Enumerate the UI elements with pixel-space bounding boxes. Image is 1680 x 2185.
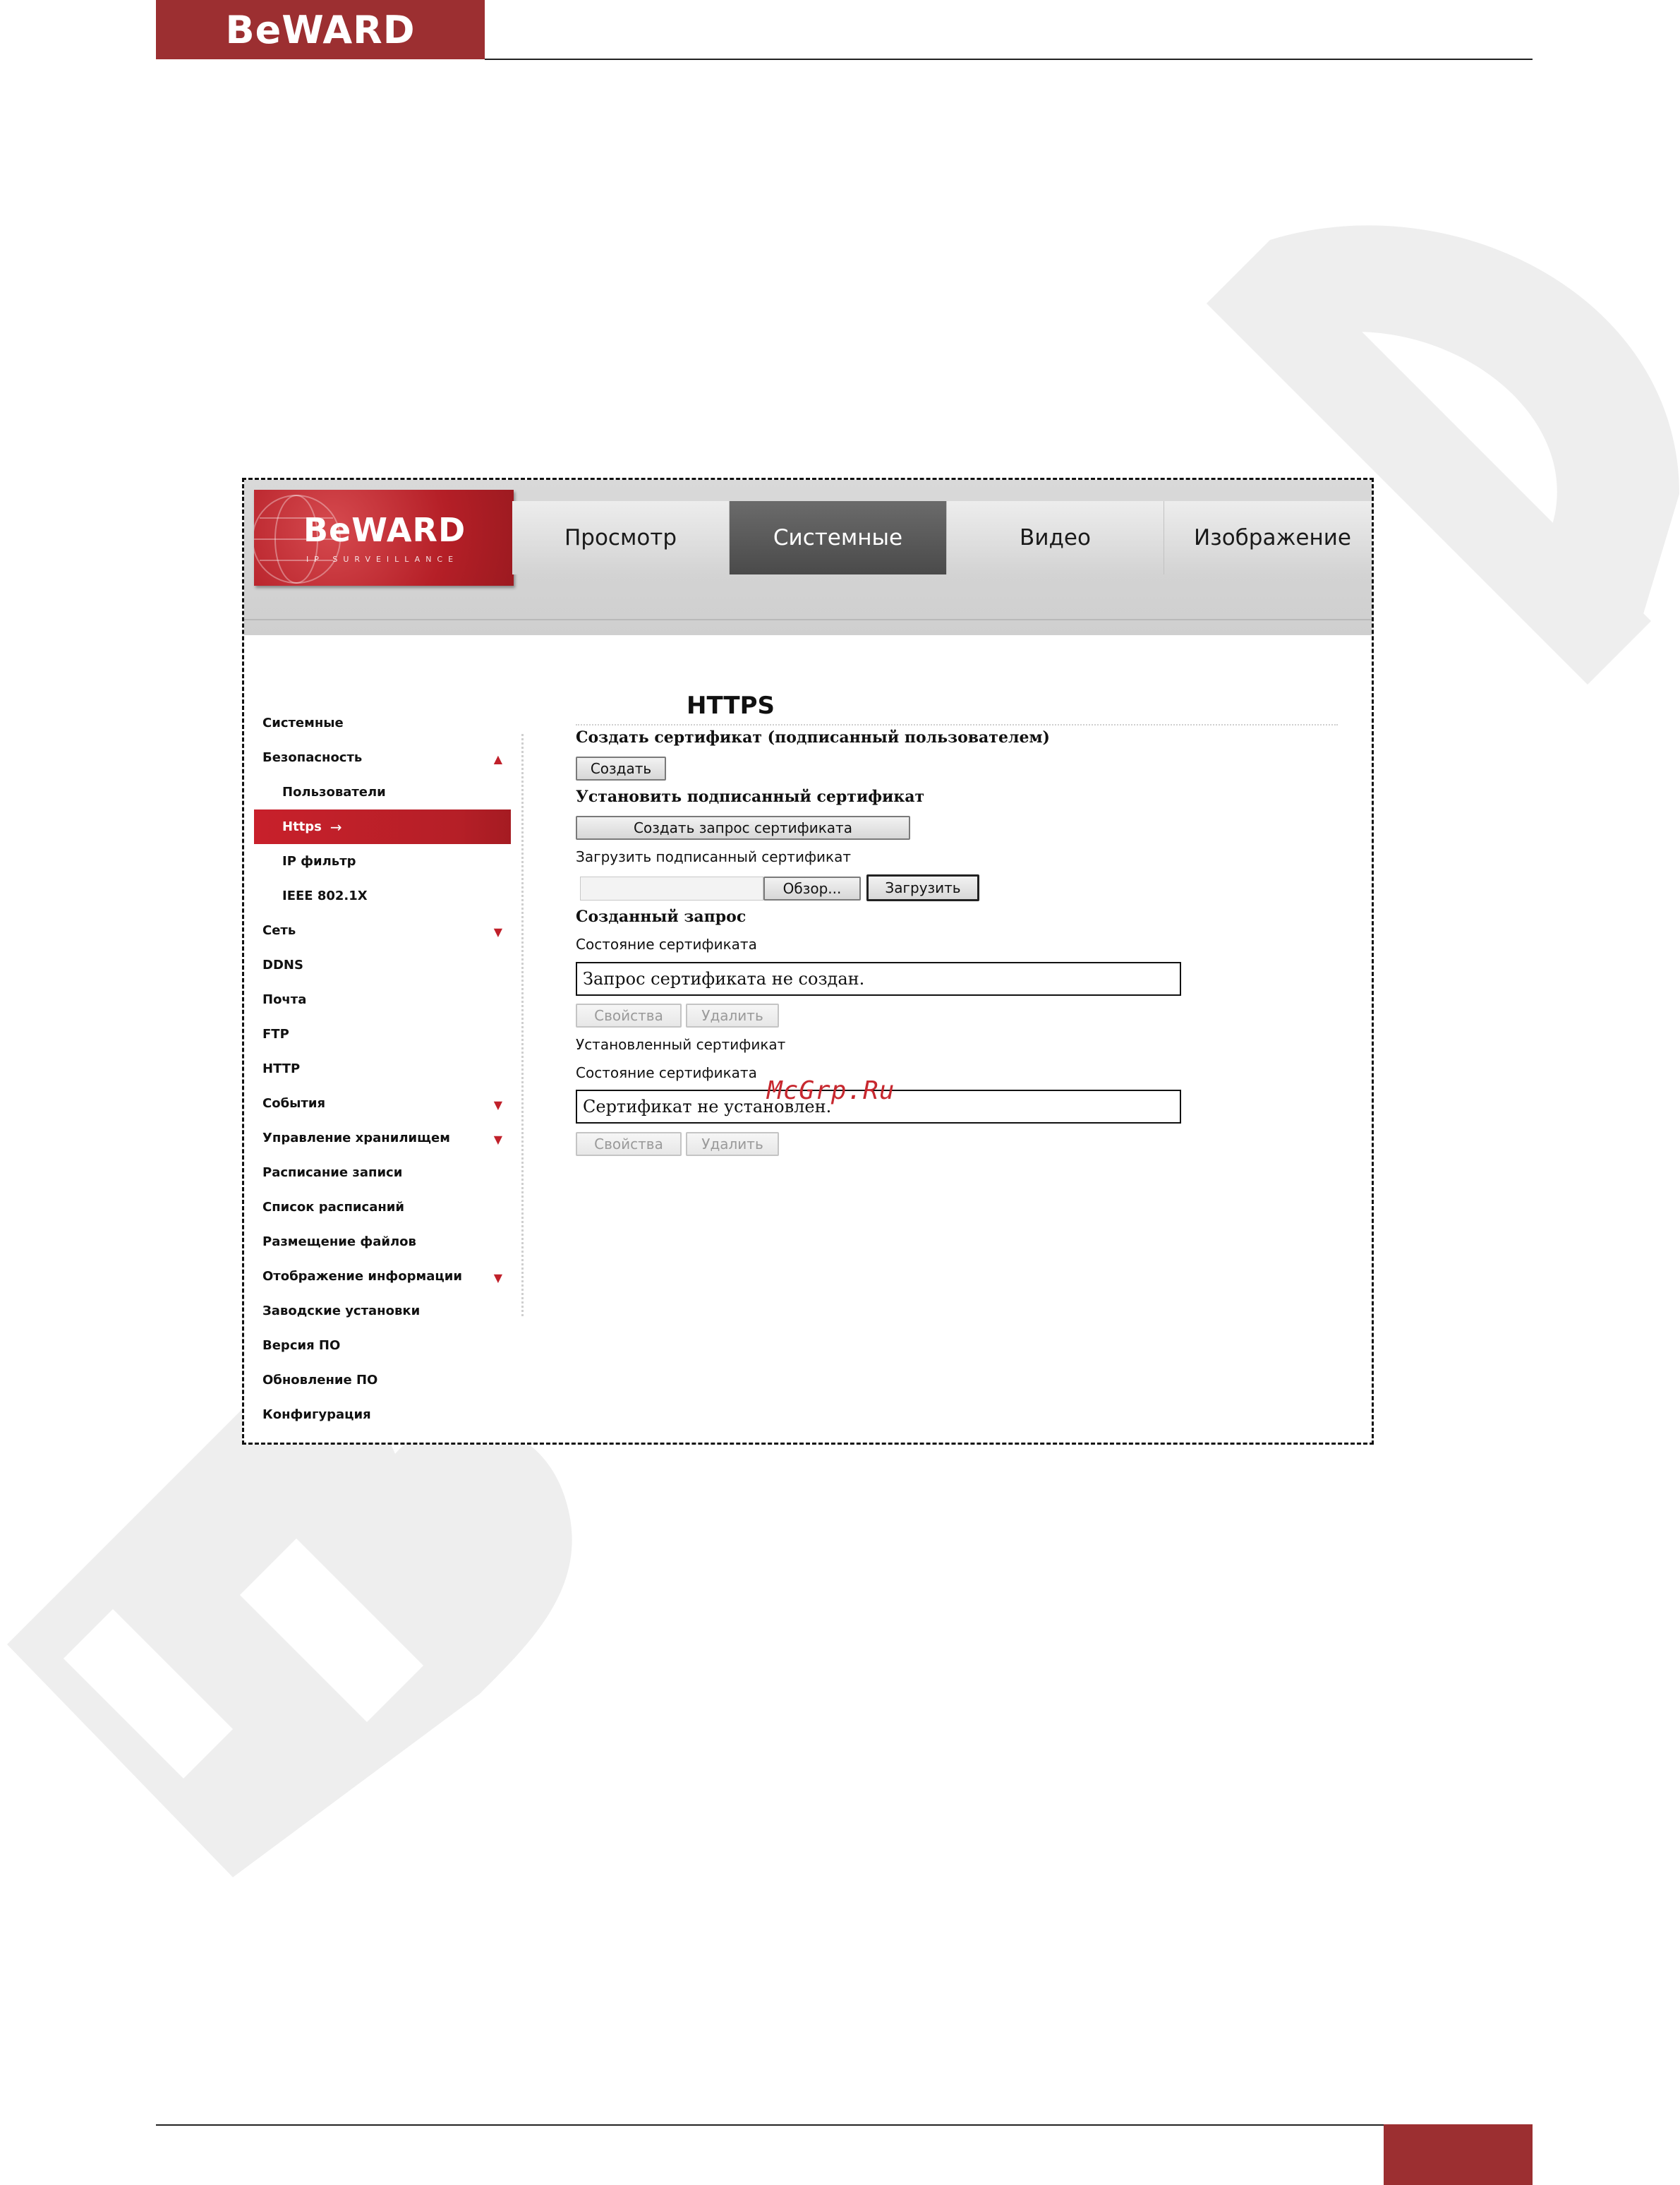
arrow-right-icon: → bbox=[330, 818, 342, 836]
file-path-input[interactable] bbox=[580, 877, 763, 901]
sidebar-item-label: Https bbox=[282, 819, 322, 834]
expand-arrow-icon[interactable]: ▼ bbox=[494, 1098, 502, 1112]
sidebar-item-5[interactable]: IEEE 802.1X bbox=[244, 879, 521, 913]
header-rule bbox=[485, 59, 1533, 60]
sidebar-menu: Системные Безопасность ▲ Пользователи Https →… bbox=[244, 706, 521, 1432]
sidebar-item-label: FTP bbox=[262, 1027, 289, 1042]
sidebar-item-17[interactable]: Заводские установки bbox=[244, 1294, 521, 1328]
sidebar-item-1[interactable]: Безопасность ▲ bbox=[244, 740, 521, 775]
tab-view[interactable]: Просмотр bbox=[512, 501, 730, 574]
create-cert-heading: Создать сертификат (подписанный пользова… bbox=[576, 728, 1050, 747]
camera-logo-brand: BeWARD bbox=[303, 511, 466, 549]
sidebar-item-label: Список расписаний bbox=[262, 1200, 405, 1215]
properties-button-1[interactable]: Свойства bbox=[576, 1004, 682, 1028]
browse-button[interactable]: Обзор... bbox=[763, 877, 861, 901]
install-cert-heading: Установить подписанный сертификат bbox=[576, 788, 925, 806]
sidebar-item-label: Пользователи bbox=[282, 785, 386, 800]
sidebar-item-11[interactable]: События ▼ bbox=[244, 1086, 521, 1121]
camera-web-ui-screenshot: BeWARD IP SURVEILLANCE Просмотр Системны… bbox=[242, 478, 1374, 1445]
top-navigation-bar: BeWARD IP SURVEILLANCE Просмотр Системны… bbox=[244, 480, 1372, 635]
footer-rule bbox=[156, 2124, 1384, 2126]
create-button[interactable]: Создать bbox=[576, 757, 666, 781]
installed-cert-label: Установленный сертификат bbox=[576, 1036, 786, 1053]
sidebar-item-label: DDNS bbox=[262, 958, 303, 973]
sidebar-item-label: Почта bbox=[262, 992, 307, 1007]
expand-arrow-icon[interactable]: ▼ bbox=[494, 1271, 502, 1284]
sidebar-item-13[interactable]: Расписание записи bbox=[244, 1155, 521, 1190]
expand-arrow-icon[interactable]: ▼ bbox=[494, 1133, 502, 1146]
sidebar-item-2[interactable]: Пользователи bbox=[244, 775, 521, 809]
sidebar-item-4[interactable]: IP фильтр bbox=[244, 844, 521, 879]
title-divider bbox=[576, 724, 1338, 726]
sidebar-item-label: Сеть bbox=[262, 923, 296, 938]
cert-state-label-2: Состояние сертификата bbox=[576, 1064, 757, 1081]
sidebar-item-label: Обновление ПО bbox=[262, 1373, 378, 1388]
sidebar-item-3[interactable]: Https → bbox=[254, 809, 511, 844]
sidebar-item-label: Системные bbox=[262, 716, 344, 730]
delete-button-1[interactable]: Удалить bbox=[686, 1004, 779, 1028]
sidebar-item-label: Конфигурация bbox=[262, 1407, 371, 1422]
sidebar-item-label: IP фильтр bbox=[282, 854, 356, 869]
camera-brand-logo: BeWARD IP SURVEILLANCE bbox=[254, 490, 514, 586]
sidebar-item-15[interactable]: Размещение файлов bbox=[244, 1224, 521, 1259]
properties-button-2[interactable]: Свойства bbox=[576, 1132, 682, 1156]
page-title: HTTPS bbox=[687, 692, 775, 720]
sidebar-item-8[interactable]: Почта bbox=[244, 982, 521, 1017]
sidebar-item-20[interactable]: Конфигурация bbox=[244, 1397, 521, 1432]
sidebar-item-label: Расписание записи bbox=[262, 1165, 403, 1180]
sidebar-item-0[interactable]: Системные bbox=[244, 706, 521, 740]
sidebar-item-7[interactable]: DDNS bbox=[244, 948, 521, 982]
cert-request-status: Запрос сертификата не создан. bbox=[576, 962, 1181, 996]
topbar-separator bbox=[244, 619, 1372, 620]
camera-logo-tagline: IP SURVEILLANCE bbox=[306, 555, 459, 564]
sidebar-item-16[interactable]: Отображение информации ▼ bbox=[244, 1259, 521, 1294]
document-header-logo: BeWARD bbox=[156, 0, 485, 59]
sidebar-item-19[interactable]: Обновление ПО bbox=[244, 1363, 521, 1397]
sidebar-item-label: События bbox=[262, 1096, 326, 1111]
upload-label: Загрузить подписанный сертификат bbox=[576, 848, 852, 865]
sidebar-item-label: Заводские установки bbox=[262, 1304, 421, 1318]
sidebar-item-label: HTTP bbox=[262, 1061, 301, 1076]
sidebar-item-label: Безопасность bbox=[262, 750, 363, 765]
tab-video[interactable]: Видео bbox=[947, 501, 1164, 574]
sidebar-item-label: Управление хранилищем bbox=[262, 1131, 450, 1145]
expand-arrow-icon[interactable]: ▼ bbox=[494, 925, 502, 939]
collapse-arrow-icon[interactable]: ▲ bbox=[494, 752, 502, 766]
upload-button[interactable]: Загрузить bbox=[866, 874, 979, 901]
sidebar-item-9[interactable]: FTP bbox=[244, 1017, 521, 1052]
sidebar-item-10[interactable]: HTTP bbox=[244, 1052, 521, 1086]
overlay-watermark-text: McGrp.Ru bbox=[767, 1076, 895, 1105]
sidebar-item-6[interactable]: Сеть ▼ bbox=[244, 913, 521, 948]
main-tabs: Просмотр Системные Видео Изображение bbox=[512, 501, 1372, 574]
sidebar-item-label: IEEE 802.1X bbox=[282, 889, 368, 903]
delete-button-2[interactable]: Удалить bbox=[686, 1132, 779, 1156]
sidebar-item-label: Отображение информации bbox=[262, 1269, 462, 1284]
sidebar-item-18[interactable]: Версия ПО bbox=[244, 1328, 521, 1363]
sidebar-item-12[interactable]: Управление хранилищем ▼ bbox=[244, 1121, 521, 1155]
cert-state-label-1: Состояние сертификата bbox=[576, 936, 757, 953]
sidebar-item-label: Размещение файлов bbox=[262, 1234, 416, 1249]
tab-image[interactable]: Изображение bbox=[1164, 501, 1372, 574]
footer-page-box bbox=[1384, 2124, 1533, 2185]
sidebar-divider bbox=[521, 734, 524, 1316]
tab-system[interactable]: Системные bbox=[730, 501, 947, 574]
created-request-heading: Созданный запрос bbox=[576, 908, 747, 926]
sidebar-item-label: Версия ПО bbox=[262, 1338, 341, 1353]
create-request-button[interactable]: Создать запрос сертификата bbox=[576, 816, 910, 840]
sidebar-item-14[interactable]: Список расписаний bbox=[244, 1190, 521, 1224]
